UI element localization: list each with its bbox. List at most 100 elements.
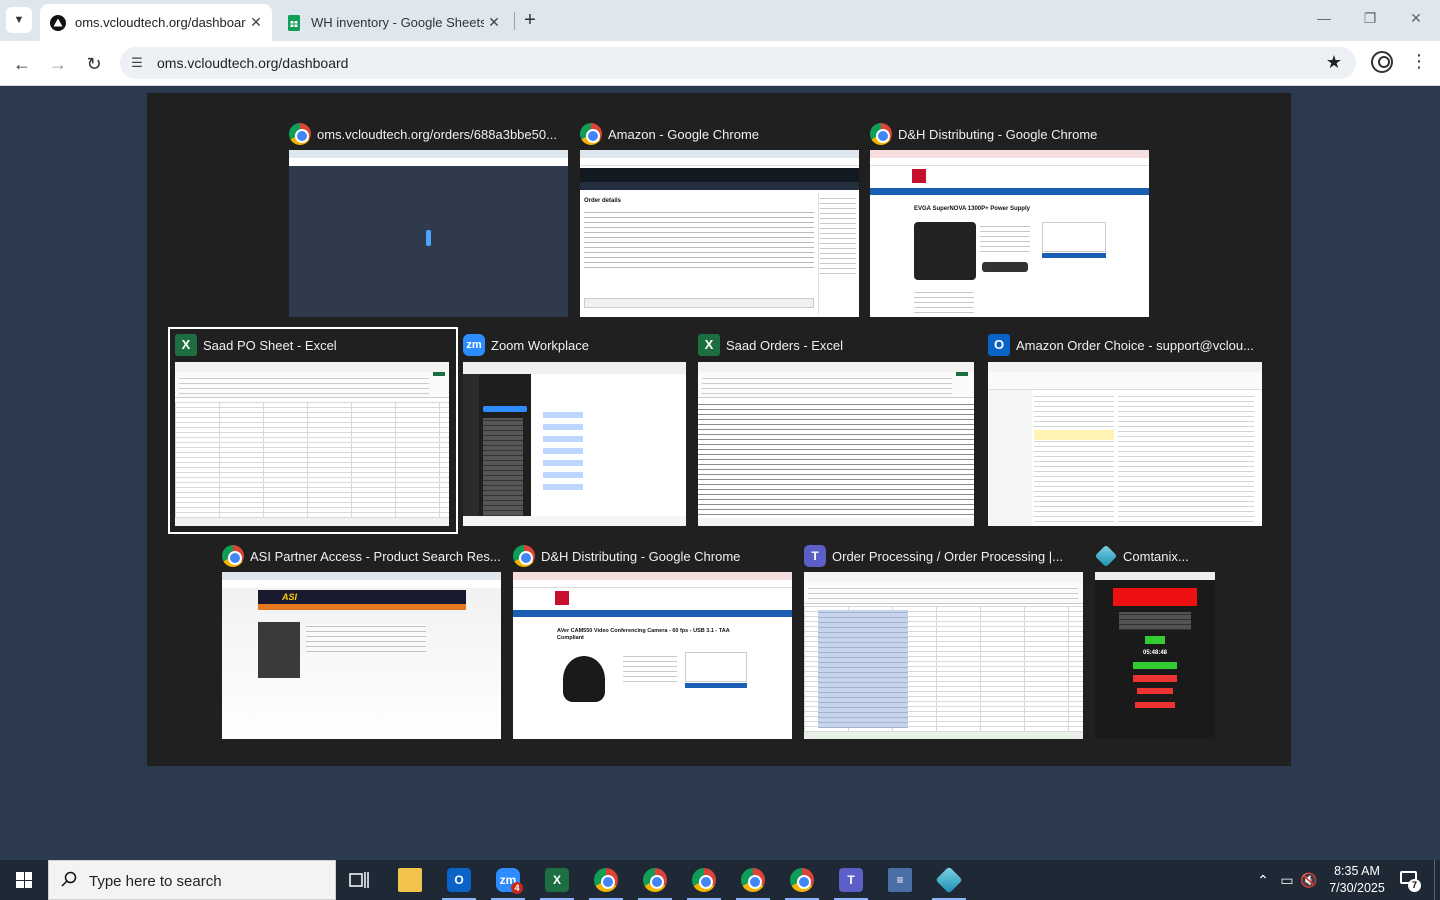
calculator-icon: ≡	[888, 868, 912, 892]
chrome-icon	[222, 545, 244, 567]
taskbar-chrome-5[interactable]	[779, 860, 825, 900]
zoom-icon: zm	[463, 334, 485, 356]
taskbar-chrome-2[interactable]	[632, 860, 678, 900]
window-title: Zoom Workplace	[491, 337, 590, 353]
folder-icon	[398, 868, 422, 892]
switcher-window-dh-1[interactable]: D&H Distributing - Google Chrome EVGA Su…	[870, 122, 1149, 317]
tab-dashboard[interactable]: oms.vcloudtech.org/dashboard ✕	[40, 4, 272, 41]
taskbar-comtanix[interactable]	[926, 860, 972, 900]
taskbar-teams[interactable]: T	[828, 860, 874, 900]
reload-icon[interactable]: ↻	[81, 51, 107, 77]
notification-center-button[interactable]: 7	[1398, 868, 1421, 892]
window-thumbnail	[988, 362, 1262, 526]
close-icon[interactable]: ✕	[484, 14, 504, 31]
window-thumbnail	[698, 362, 974, 526]
show-hidden-icons[interactable]: ⌃	[1252, 860, 1274, 900]
window-thumbnail: EVGA SuperNOVA 1300P+ Power Supply	[870, 150, 1149, 317]
window-thumbnail: ASI	[222, 572, 501, 739]
switcher-window-oms-orders[interactable]: oms.vcloudtech.org/orders/688a3bbe50...	[289, 122, 568, 317]
window-title: oms.vcloudtech.org/orders/688a3bbe50...	[317, 126, 557, 142]
tab-label: oms.vcloudtech.org/dashboard	[75, 15, 246, 30]
chevron-down-icon: ▼	[13, 14, 25, 26]
window-title: D&H Distributing - Google Chrome	[541, 548, 741, 564]
window-title: Comtanix...	[1123, 548, 1189, 564]
taskbar-excel[interactable]: X	[534, 860, 580, 900]
show-desktop-button[interactable]	[1434, 860, 1435, 900]
tab-search-button[interactable]: ▼	[6, 7, 32, 33]
switcher-window-comtanix[interactable]: Comtanix... 05:48:48	[1095, 544, 1215, 739]
outlook-icon: O	[447, 868, 471, 892]
volume-muted-icon[interactable]: 🔇	[1298, 860, 1320, 900]
window-thumbnail	[289, 150, 568, 317]
window-title: Amazon - Google Chrome	[608, 126, 760, 142]
profile-icon[interactable]	[1371, 51, 1393, 73]
dh-product-title: AVer CAM550 Video Conferencing Camera - …	[557, 628, 730, 641]
taskbar: Type here to search O zm 4 X T ≡ ⌃ ▭ 🔇 8…	[0, 860, 1440, 900]
excel-icon: X	[175, 334, 197, 356]
browser-toolbar: ← → ↻ ☰ oms.vcloudtech.org/dashboard ★ ⋮	[0, 41, 1440, 86]
window-title: Saad Orders - Excel	[726, 337, 844, 353]
start-button[interactable]	[0, 860, 48, 900]
tab-divider	[514, 12, 515, 30]
taskbar-chrome-4[interactable]	[730, 860, 776, 900]
window-title: D&H Distributing - Google Chrome	[898, 126, 1098, 142]
window-thumbnail: 05:48:48	[1095, 572, 1215, 739]
system-clock[interactable]: 8:35 AM 7/30/2025	[1318, 863, 1396, 897]
site-settings-icon[interactable]: ☰	[128, 54, 146, 72]
taskbar-zoom[interactable]: zm 4	[485, 860, 531, 900]
window-title: Amazon Order Choice - support@vclou...	[1016, 337, 1254, 353]
switcher-window-asi[interactable]: ASI Partner Access - Product Search Res.…	[222, 544, 501, 739]
switcher-window-saad-po-sheet[interactable]: X Saad PO Sheet - Excel	[175, 333, 449, 528]
task-view-button[interactable]	[336, 860, 382, 900]
switcher-window-dh-2[interactable]: D&H Distributing - Google Chrome AVer CA…	[513, 544, 792, 739]
search-icon	[61, 871, 77, 887]
zoom-badge: 4	[511, 882, 523, 894]
switcher-window-zoom[interactable]: zm Zoom Workplace	[463, 333, 686, 528]
more-menu-icon[interactable]: ⋮	[1410, 51, 1428, 71]
restore-icon[interactable]: ❐	[1360, 10, 1380, 27]
switcher-window-teams[interactable]: T Order Processing / Order Processing |.…	[804, 544, 1083, 739]
address-bar[interactable]: ☰ oms.vcloudtech.org/dashboard ★	[120, 47, 1356, 79]
comtanix-icon	[1095, 544, 1118, 568]
switcher-window-saad-orders[interactable]: X Saad Orders - Excel	[698, 333, 974, 528]
comtanix-timer: 05:48:48	[1142, 650, 1168, 656]
switcher-window-amazon[interactable]: Amazon - Google Chrome Order details	[580, 122, 859, 317]
back-arrow-icon[interactable]: ←	[9, 51, 35, 77]
excel-icon: X	[545, 868, 569, 892]
window-thumbnail	[463, 362, 686, 526]
forward-arrow-icon[interactable]: →	[45, 51, 71, 77]
teams-icon: T	[839, 868, 863, 892]
chrome-icon	[580, 123, 602, 145]
clock-time: 8:35 AM	[1334, 864, 1380, 878]
taskbar-chrome-1[interactable]	[583, 860, 629, 900]
chrome-icon	[594, 868, 618, 892]
close-icon[interactable]: ✕	[246, 14, 266, 31]
window-title: Saad PO Sheet - Excel	[203, 337, 337, 353]
taskbar-outlook[interactable]: O	[436, 860, 482, 900]
taskbar-file-explorer[interactable]	[387, 860, 433, 900]
window-thumbnail: Order details	[580, 150, 859, 317]
task-view-icon	[349, 872, 369, 888]
notification-count: 7	[1408, 879, 1421, 892]
amazon-order-heading: Order details	[584, 198, 622, 204]
bookmark-star-icon[interactable]: ★	[1326, 52, 1342, 73]
switcher-window-outlook[interactable]: O Amazon Order Choice - support@vclou...	[988, 333, 1262, 528]
minimize-icon[interactable]: —	[1314, 10, 1334, 26]
network-icon[interactable]: ▭	[1276, 860, 1298, 900]
tab-label: WH inventory - Google Sheets	[311, 15, 484, 30]
dh-product-title: EVGA SuperNOVA 1300P+ Power Supply	[914, 206, 1030, 212]
outlook-icon: O	[988, 334, 1010, 356]
taskbar-chrome-3[interactable]	[681, 860, 727, 900]
taskbar-calculator[interactable]: ≡	[877, 860, 923, 900]
tab-wh-inventory[interactable]: WH inventory - Google Sheets ✕	[278, 4, 510, 41]
taskbar-search[interactable]: Type here to search	[48, 860, 336, 900]
new-tab-button[interactable]: +	[518, 8, 542, 32]
task-switcher: oms.vcloudtech.org/orders/688a3bbe50... …	[147, 93, 1291, 766]
window-title: ASI Partner Access - Product Search Res.…	[250, 548, 501, 564]
excel-icon: X	[698, 334, 720, 356]
window-close-icon[interactable]: ✕	[1406, 10, 1426, 27]
window-title: Order Processing / Order Processing |...	[832, 548, 1063, 564]
teams-icon: T	[804, 545, 826, 567]
url-text: oms.vcloudtech.org/dashboard	[157, 55, 349, 71]
search-placeholder: Type here to search	[89, 873, 222, 890]
